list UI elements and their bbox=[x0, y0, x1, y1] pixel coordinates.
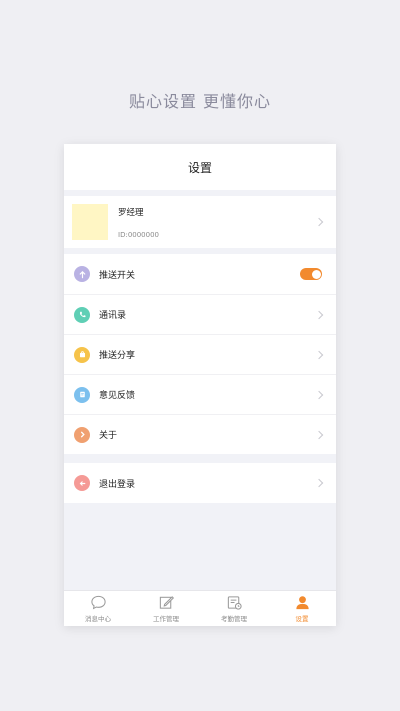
settings-row-contacts[interactable]: 通讯录 bbox=[64, 294, 336, 334]
tab-label: 设置 bbox=[295, 615, 309, 623]
phone-icon bbox=[74, 306, 90, 323]
logout-row[interactable]: 退出登录 bbox=[64, 463, 336, 503]
tab-settings[interactable]: 设置 bbox=[268, 591, 336, 626]
edit-icon bbox=[159, 596, 174, 609]
user-icon bbox=[295, 596, 309, 610]
chevron-right-icon bbox=[314, 430, 324, 439]
avatar bbox=[72, 204, 108, 240]
toggle-knob bbox=[311, 269, 321, 279]
chevron-right-icon bbox=[74, 426, 90, 443]
chat-bubble-icon bbox=[90, 595, 106, 610]
logout-label: 退出登录 bbox=[99, 479, 136, 490]
profile-id: ID:0000000 bbox=[118, 230, 159, 239]
tab-label: 考勤管理 bbox=[221, 615, 247, 623]
chevron-right-icon bbox=[314, 217, 324, 227]
attendance-icon bbox=[227, 596, 242, 610]
settings-row-label: 关于 bbox=[99, 431, 118, 441]
upload-arrow-icon bbox=[74, 266, 90, 282]
settings-row-label: 通讯录 bbox=[99, 311, 127, 321]
note-icon bbox=[74, 386, 90, 403]
settings-row-label: 推送开关 bbox=[99, 270, 136, 281]
chevron-right-icon bbox=[314, 390, 324, 399]
chevron-right-icon bbox=[314, 478, 324, 488]
tab-work[interactable]: 工作管理 bbox=[132, 591, 200, 626]
settings-row-label: 推送分享 bbox=[99, 351, 136, 361]
share-box-icon bbox=[74, 346, 90, 363]
profile-name: 罗经理 bbox=[118, 207, 144, 218]
chevron-right-icon bbox=[314, 310, 324, 319]
settings-row-feedback[interactable]: 意见反馈 bbox=[64, 374, 336, 414]
settings-row-label: 意见反馈 bbox=[99, 391, 136, 401]
push-toggle-switch[interactable] bbox=[300, 268, 322, 280]
chevron-right-icon bbox=[314, 350, 324, 359]
tab-label: 消息中心 bbox=[85, 615, 111, 623]
tab-label: 工作管理 bbox=[153, 615, 179, 623]
arrow-left-icon bbox=[74, 475, 90, 491]
settings-row-share[interactable]: 推送分享 bbox=[64, 334, 336, 374]
tab-messages[interactable]: 消息中心 bbox=[64, 591, 132, 626]
page-title: 设置 bbox=[187, 160, 212, 175]
settings-row-push-toggle[interactable]: 推送开关 bbox=[64, 254, 336, 294]
profile-row[interactable]: 罗经理 ID:0000000 bbox=[64, 196, 336, 248]
tagline: 贴心设置 更懂你心 bbox=[128, 92, 272, 111]
tab-attendance[interactable]: 考勤管理 bbox=[200, 591, 268, 626]
phone-screen: 设置 罗经理 ID:0000000 推送开关 通讯录 推送分享 意见反馈 关于 … bbox=[64, 144, 336, 626]
nav-bar: 设置 bbox=[64, 144, 336, 190]
settings-row-about[interactable]: 关于 bbox=[64, 414, 336, 454]
tab-bar: 消息中心 工作管理 考勤管理 设置 bbox=[64, 590, 336, 626]
